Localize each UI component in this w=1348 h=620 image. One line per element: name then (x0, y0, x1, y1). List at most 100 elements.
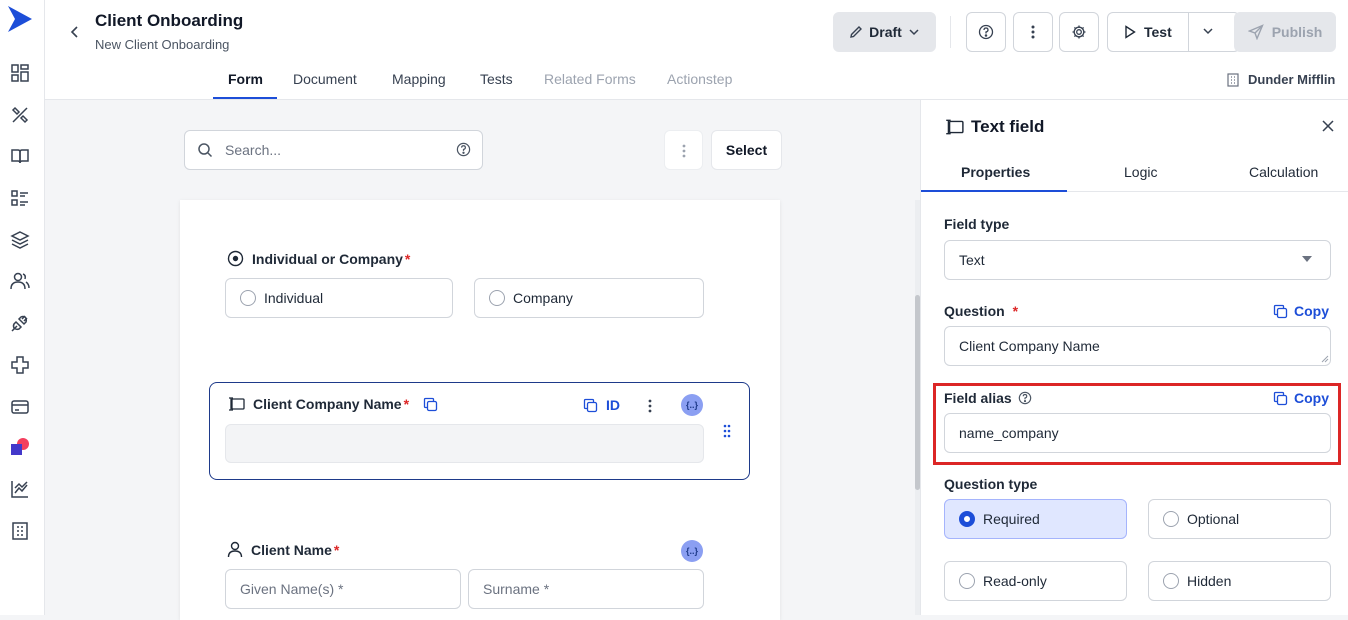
panel-title: Text field (971, 117, 1045, 136)
radio-button[interactable] (489, 290, 505, 306)
properties-panel: Text field Properties Logic Calculation … (920, 100, 1348, 615)
person-icon (227, 541, 243, 558)
tab-logic[interactable]: Logic (1124, 164, 1157, 180)
variable-badge[interactable]: {..} (681, 540, 703, 562)
kebab-menu-icon (1031, 24, 1035, 40)
users-icon[interactable] (10, 271, 30, 291)
app-logo-icon[interactable] (6, 4, 36, 34)
question-individual-or-company[interactable]: Individual or Company * (227, 250, 410, 267)
radio-button[interactable] (1163, 573, 1179, 589)
tab-actionstep[interactable]: Actionstep (667, 71, 732, 87)
question-type-hidden[interactable]: Hidden (1148, 561, 1331, 601)
back-chevron-icon[interactable] (65, 22, 85, 42)
question-client-company-name[interactable]: Client Company Name * (227, 396, 438, 412)
test-button[interactable]: Test (1107, 12, 1240, 52)
test-split-divider (1188, 13, 1189, 51)
billing-card-icon[interactable] (10, 397, 30, 417)
left-nav-rail (0, 0, 45, 615)
question-client-name[interactable]: Client Name * (227, 541, 339, 558)
help-circle-icon[interactable] (1018, 391, 1032, 405)
field-type-label: Field type (944, 216, 1010, 232)
search-help-icon[interactable] (456, 142, 471, 157)
field-alias-label: Field alias (944, 390, 1032, 406)
question-textarea[interactable]: Client Company Name (944, 326, 1331, 366)
building-icon[interactable] (10, 521, 30, 541)
test-dropdown-chevron-icon[interactable] (1200, 23, 1216, 39)
organization-name: Dunder Mifflin (1248, 72, 1336, 87)
drag-handle-icon[interactable] (723, 424, 731, 438)
question-type-read-only[interactable]: Read-only (944, 561, 1127, 601)
surname-input[interactable]: Surname * (468, 569, 704, 609)
tab-calculation[interactable]: Calculation (1249, 164, 1318, 180)
gear-icon (1071, 24, 1087, 40)
design-tools-icon[interactable] (10, 105, 30, 125)
radio-question-icon (227, 250, 244, 267)
search-box (184, 130, 483, 170)
close-icon[interactable] (1321, 119, 1335, 133)
question-type-required[interactable]: Required (944, 499, 1127, 539)
chevron-down-icon (908, 26, 920, 38)
field-alias-value: name_company (959, 425, 1059, 441)
layers-icon[interactable] (10, 230, 30, 250)
given-name-input[interactable]: Given Name(s) * (225, 569, 461, 609)
search-icon (197, 142, 213, 158)
workflow-icon[interactable] (10, 355, 30, 375)
copy-alias-button[interactable]: Copy (1273, 390, 1329, 406)
question-kebab-menu-icon[interactable] (648, 398, 652, 414)
option-company[interactable]: Company (474, 278, 704, 318)
resize-handle-icon[interactable] (1321, 355, 1329, 363)
select-button[interactable]: Select (711, 130, 782, 170)
tab-tests[interactable]: Tests (480, 71, 513, 87)
question-type-optional[interactable]: Optional (1148, 499, 1331, 539)
organization-switcher[interactable]: Dunder Mifflin (1226, 72, 1335, 87)
copy-question-button[interactable]: Copy (1273, 303, 1329, 319)
question-label: Question * (944, 303, 1019, 319)
option-individual[interactable]: Individual (225, 278, 453, 318)
help-button[interactable] (966, 12, 1006, 52)
help-circle-icon (978, 24, 994, 40)
copy-id-button[interactable]: ID (583, 397, 620, 413)
radio-button[interactable] (1163, 511, 1179, 527)
tab-form[interactable]: Form (228, 71, 263, 87)
draft-label: Draft (869, 24, 902, 40)
integrations-plug-icon[interactable] (10, 313, 30, 333)
variable-badge[interactable]: {..} (681, 394, 703, 416)
header-divider (950, 16, 951, 48)
radio-button-selected[interactable] (959, 511, 975, 527)
tab-related-forms[interactable]: Related Forms (544, 71, 636, 87)
tab-mapping[interactable]: Mapping (392, 71, 446, 87)
page-title: Client Onboarding (95, 11, 244, 30)
dropdown-caret-icon (1301, 255, 1313, 263)
question-type-label: Question type (944, 476, 1038, 492)
question-label: Client Name (251, 541, 332, 558)
book-icon[interactable] (10, 146, 30, 166)
draft-status-button[interactable]: Draft (833, 12, 936, 52)
analytics-icon[interactable] (10, 479, 30, 499)
more-options-button[interactable] (1013, 12, 1053, 52)
radio-button[interactable] (240, 290, 256, 306)
radio-button[interactable] (959, 573, 975, 589)
publish-button[interactable]: Publish (1234, 12, 1336, 52)
copy-label-icon[interactable] (423, 397, 438, 412)
top-header: Client Onboarding New Client Onboarding … (45, 0, 1348, 100)
tab-properties[interactable]: Properties (961, 164, 1030, 180)
tab-document[interactable]: Document (293, 71, 357, 87)
play-icon (1124, 25, 1136, 39)
page-subtitle: New Client Onboarding (95, 37, 230, 52)
publish-label: Publish (1271, 24, 1323, 40)
dashboard-icon[interactable] (10, 63, 30, 83)
partner-logo-icon[interactable] (10, 437, 30, 457)
copy-icon (1273, 391, 1288, 406)
settings-button[interactable] (1059, 12, 1099, 52)
field-alias-input[interactable]: name_company (944, 413, 1331, 453)
question-label: Individual or Company (252, 250, 403, 267)
active-tab-indicator (213, 97, 277, 99)
option-label: Individual (264, 290, 324, 306)
id-label: ID (606, 397, 620, 413)
field-type-value: Text (959, 252, 985, 268)
search-input[interactable] (225, 140, 445, 160)
canvas-more-button[interactable] (664, 130, 703, 170)
forms-list-icon[interactable] (10, 188, 30, 208)
field-type-select[interactable]: Text (944, 240, 1331, 280)
company-name-input-preview (225, 424, 704, 463)
